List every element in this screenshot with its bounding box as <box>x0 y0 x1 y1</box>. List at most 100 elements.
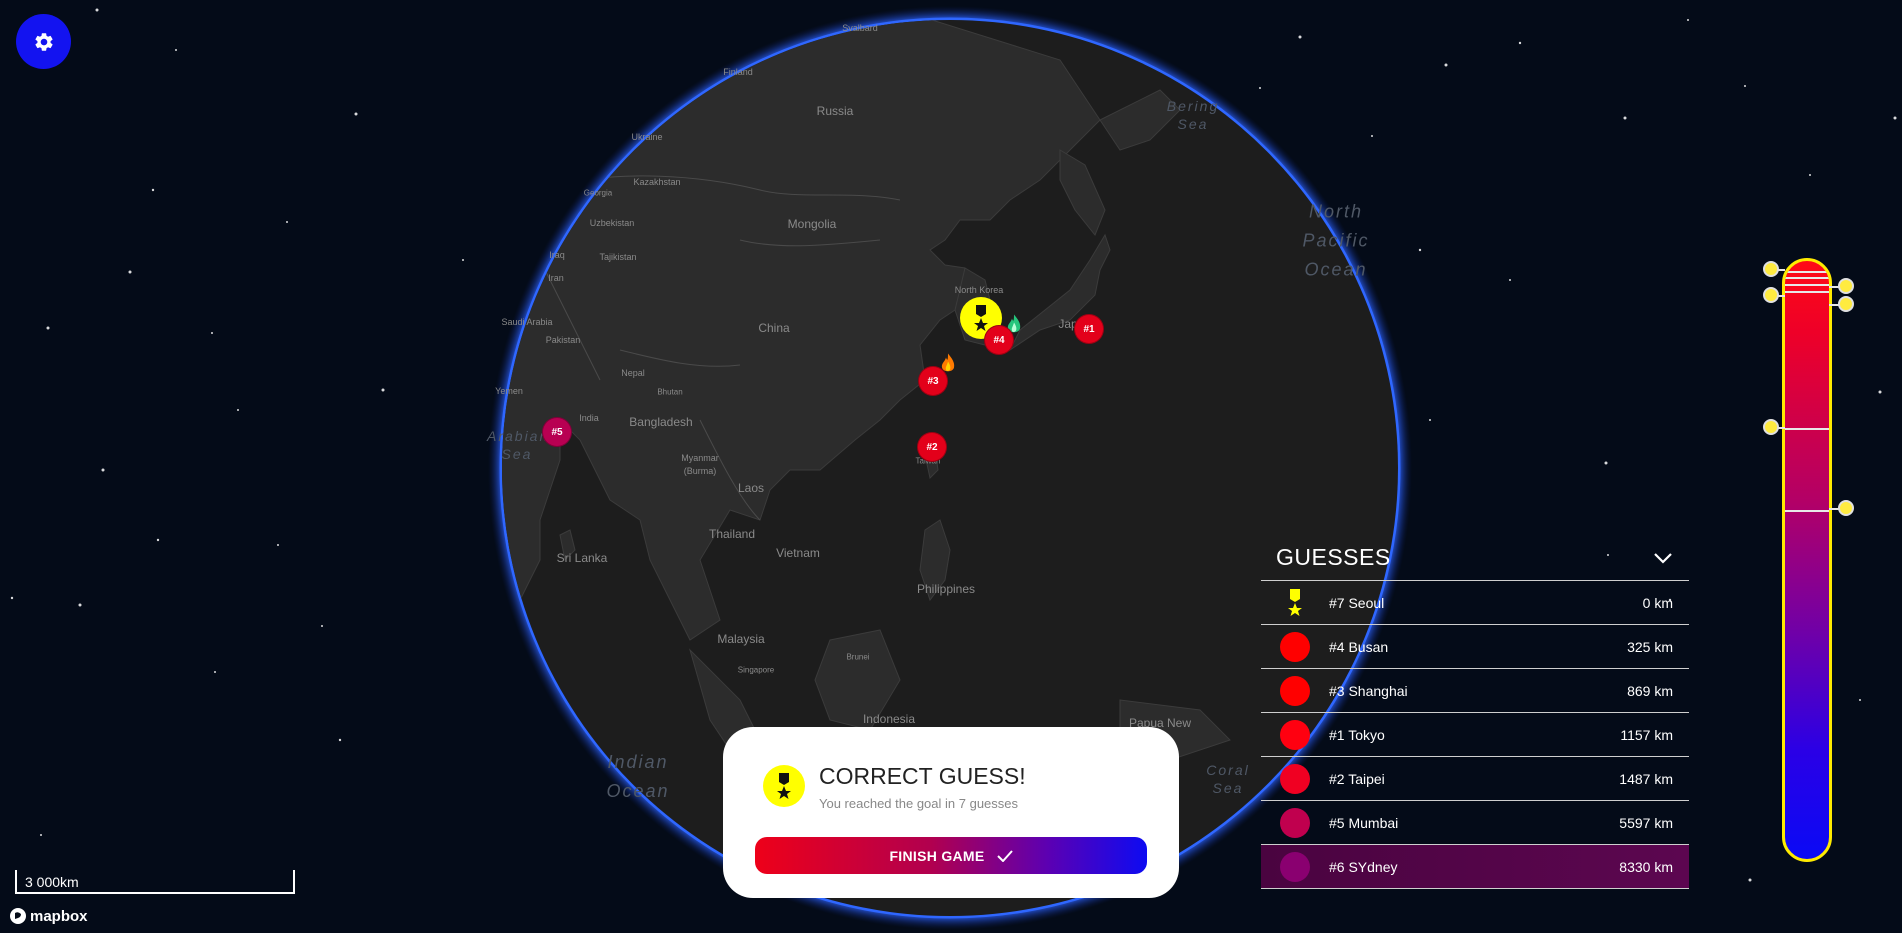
country-label: Myanmar (Burma) <box>681 453 719 476</box>
country-label: Iraq <box>549 250 565 260</box>
guess-distance: 0 km <box>1642 594 1673 611</box>
guesses-header: GUESSES <box>1261 535 1689 581</box>
heat-dot <box>1280 719 1310 750</box>
thermometer-mark <box>1785 428 1829 430</box>
country-label: Kazakhstan <box>633 177 681 187</box>
heat-dot <box>1280 763 1310 794</box>
thermometer-mark <box>1785 271 1829 273</box>
guess-row[interactable]: #7 Seoul 0 km <box>1261 581 1689 625</box>
country-label: Indonesia <box>862 712 916 726</box>
medal-icon <box>1261 588 1329 618</box>
result-card: CORRECT GUESS! You reached the goal in 7… <box>723 727 1179 898</box>
heat-dot <box>1280 807 1310 838</box>
map-scale-bar: 3 000km <box>15 870 295 894</box>
guess-name: #1 Tokyo <box>1329 726 1385 743</box>
guess-row[interactable]: #1 Tokyo 1157 km <box>1261 713 1689 757</box>
thermometer-marker <box>1763 287 1779 303</box>
check-icon <box>996 849 1013 862</box>
country-label: Finland <box>723 67 753 77</box>
country-label: Tajikistan <box>599 252 637 262</box>
country-label: Bhutan <box>657 387 683 397</box>
country-label: Singapore <box>737 665 775 675</box>
guess-row[interactable]: #4 Busan 325 km <box>1261 625 1689 669</box>
heat-dot <box>1280 851 1310 882</box>
thermometer-mark <box>1785 284 1829 286</box>
thermometer-mark <box>1785 510 1829 512</box>
result-title: CORRECT GUESS! <box>819 763 1026 789</box>
thermometer-tube <box>1782 258 1832 862</box>
guess-name: #2 Taipei <box>1329 770 1385 787</box>
heat-dot <box>1280 631 1310 662</box>
guess-distance: 325 km <box>1627 638 1673 655</box>
guess-row[interactable]: #3 Shanghai 869 km <box>1261 669 1689 713</box>
ocean-label: Indian Ocean <box>606 752 670 801</box>
country-label: Iran <box>548 273 564 283</box>
guess-distance: 1157 km <box>1620 726 1673 743</box>
guess-name: #6 SYdney <box>1329 858 1398 875</box>
country-label: Vietnam <box>776 546 820 560</box>
country-label: Georgia <box>583 188 613 198</box>
finish-game-label: FINISH GAME <box>889 847 985 864</box>
thermometer-mark <box>1785 291 1829 293</box>
guesses-title: GUESSES <box>1276 544 1391 570</box>
thermometer-marker <box>1763 261 1779 277</box>
guesses-panel: GUESSES #7 Seoul 0 km #4 Busan 325 km #3… <box>1261 535 1689 889</box>
guess-pin-3[interactable]: #3 <box>918 366 948 396</box>
ocean-label: Bering Sea <box>1166 98 1220 132</box>
finish-game-button[interactable]: FINISH GAME <box>755 837 1147 874</box>
guess-row[interactable]: #5 Mumbai 5597 km <box>1261 801 1689 845</box>
country-label: India <box>579 413 599 423</box>
guess-distance: 1487 km <box>1619 770 1673 787</box>
guess-distance: 8330 km <box>1619 858 1673 875</box>
heat-dot <box>1280 675 1310 706</box>
country-label: Sri Lanka <box>556 551 608 565</box>
result-subtitle: You reached the goal in 7 guesses <box>819 796 1019 811</box>
country-label: Nepal <box>621 368 645 378</box>
country-label: Malaysia <box>717 632 765 646</box>
guess-distance: 869 km <box>1627 682 1673 699</box>
country-label: Ukraine <box>631 132 663 142</box>
country-label: Philippines <box>916 582 976 596</box>
mapbox-attribution[interactable]: mapbox <box>9 907 88 925</box>
country-label: Laos <box>737 481 765 495</box>
country-label: Russia <box>816 104 854 118</box>
thermometer-marker <box>1838 278 1854 294</box>
guess-pin-2[interactable]: #2 <box>917 432 947 462</box>
guess-name: #4 Busan <box>1329 638 1389 655</box>
guess-row[interactable]: #2 Taipei 1487 km <box>1261 757 1689 801</box>
chevron-down-icon <box>1654 552 1672 564</box>
country-label: Svalbard <box>842 23 878 33</box>
ocean-label: Arabian Sea <box>487 428 550 462</box>
thermometer-marker <box>1838 296 1854 312</box>
ocean-label: North Pacific Ocean <box>1302 201 1370 280</box>
country-label: Mongolia <box>787 217 837 231</box>
gear-icon <box>34 32 53 51</box>
country-label: Bangladesh <box>629 415 693 429</box>
ocean-label: Coral Sea <box>1206 762 1250 796</box>
collapse-guesses-button[interactable] <box>1651 546 1675 570</box>
country-label: Pakistan <box>545 335 581 345</box>
country-label: Thailand <box>708 527 756 541</box>
guess-pin-1[interactable]: #1 <box>1074 314 1104 344</box>
thermometer-marker <box>1838 500 1854 516</box>
mapbox-label: mapbox <box>30 907 88 925</box>
thermometer-mark <box>1785 277 1829 279</box>
guess-row[interactable]: #6 SYdney 8330 km <box>1261 845 1689 889</box>
thermometer-marker <box>1763 419 1779 435</box>
mapbox-logo-icon <box>10 908 26 924</box>
country-label: Yemen <box>495 386 523 396</box>
country-label: Saudi Arabia <box>501 317 553 327</box>
guess-distance: 5597 km <box>1619 814 1673 831</box>
country-label: Brunei <box>846 652 870 662</box>
scale-label: 3 000km <box>25 874 79 890</box>
country-label: Uzbekistan <box>589 218 635 228</box>
guess-pin-5[interactable]: #5 <box>542 417 572 447</box>
country-label: China <box>758 321 790 335</box>
guess-pin-4[interactable]: #4 <box>984 325 1014 355</box>
medal-icon <box>763 765 805 807</box>
country-label: North Korea <box>954 285 1004 295</box>
guess-name: #3 Shanghai <box>1329 682 1408 699</box>
guess-name: #5 Mumbai <box>1329 814 1399 831</box>
guess-name: #7 Seoul <box>1329 594 1385 611</box>
settings-button[interactable] <box>16 14 71 69</box>
